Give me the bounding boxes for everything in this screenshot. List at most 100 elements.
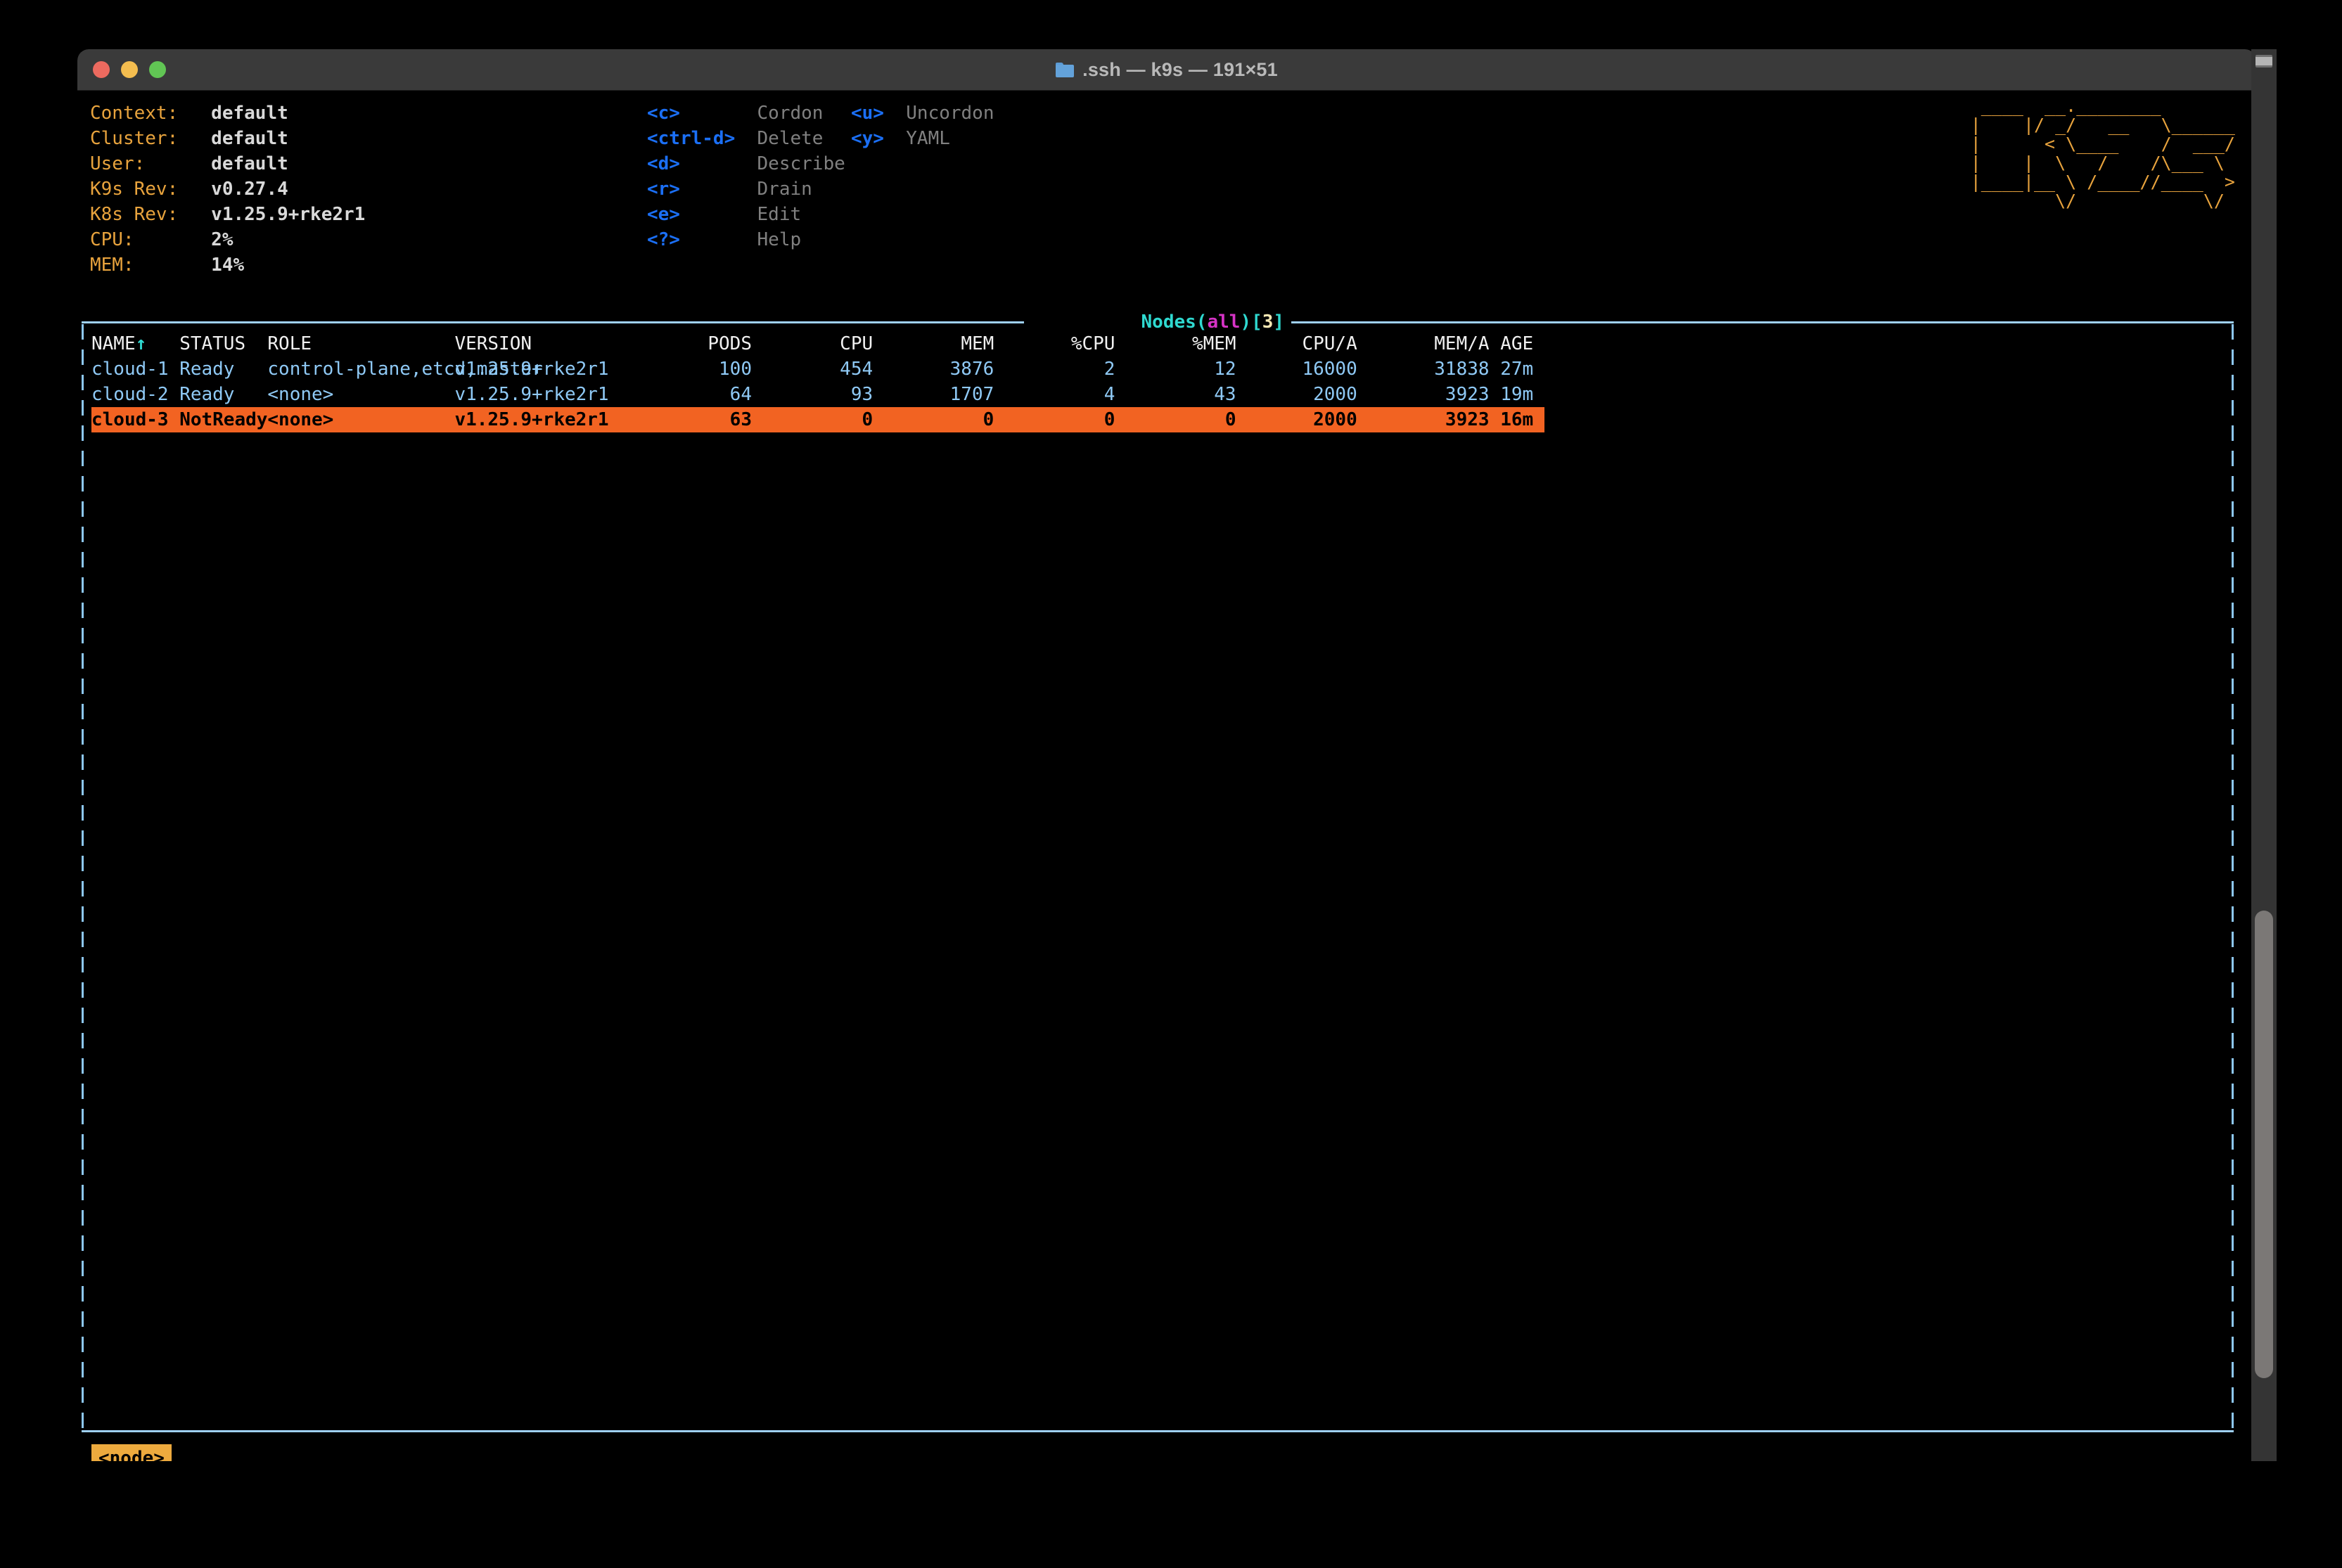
window-scrollbar[interactable] xyxy=(2251,49,2277,1461)
shortcut-row[interactable]: <e> Edit xyxy=(647,202,845,227)
cell-status: Ready xyxy=(179,384,235,405)
maximize-window-button[interactable] xyxy=(149,61,166,78)
column-header-pmem[interactable]: %MEM xyxy=(1115,331,1236,356)
info-row: K9s Rev: v0.27.4 xyxy=(90,176,365,202)
cell-name: cloud-3 xyxy=(91,409,169,430)
column-header-age[interactable]: AGE xyxy=(1500,331,1533,356)
cell-cpua: 16000 xyxy=(1302,359,1357,380)
command-prompt[interactable]: <node> xyxy=(91,1444,172,1461)
shortcut-key: <r> xyxy=(647,179,680,200)
cell-age: 27m xyxy=(1500,359,1534,380)
cell-status: NotReady xyxy=(179,409,268,430)
shortcut-row[interactable]: <d> Describe xyxy=(647,151,845,176)
column-header-label: CPU/A xyxy=(1302,333,1357,354)
column-header-version[interactable]: VERSION xyxy=(454,331,532,356)
panel-title-scope: all xyxy=(1207,311,1241,333)
panel-rule-left xyxy=(82,321,1024,323)
info-label: Cluster: xyxy=(90,128,179,149)
shortcut-row[interactable]: <y> YAML xyxy=(851,126,994,151)
cell-mema: 3923 xyxy=(1445,409,1490,430)
shortcut-key: <c> xyxy=(647,103,680,124)
shortcut-action: Describe xyxy=(757,153,845,174)
shortcut-row[interactable]: <u> Uncordon xyxy=(851,101,994,126)
cell-pmem: 0 xyxy=(1224,409,1236,430)
cell-mem: 1707 xyxy=(949,384,994,405)
minimize-window-button[interactable] xyxy=(121,61,138,78)
column-header-cpu[interactable]: CPU xyxy=(752,331,873,356)
table-row[interactable]: cloud-1 Ready control-plane,etcd,master v1.… xyxy=(91,356,2224,382)
column-header-label: ROLE xyxy=(267,333,312,354)
panel-rule-right xyxy=(1291,321,2234,323)
column-header-label: MEM/A xyxy=(1434,333,1490,354)
column-header-label: %CPU xyxy=(1070,333,1115,354)
panel-title-resource: Nodes xyxy=(1141,311,1196,333)
nodes-panel: Nodes(all)[3] NAME↑ STATUS ROLE VERSION PODS… xyxy=(82,313,2234,1432)
shortcut-row[interactable]: <ctrl-d> Delete xyxy=(647,126,845,151)
cell-pods: 100 xyxy=(719,359,752,380)
cell-name: cloud-2 xyxy=(91,384,169,405)
column-header-cpua[interactable]: CPU/A xyxy=(1236,331,1357,356)
column-header-label: AGE xyxy=(1500,333,1534,354)
shortcut-action: Help xyxy=(757,229,802,250)
terminal-body: Context: default Cluster: default User: defau… xyxy=(77,91,2256,1461)
cell-status: Ready xyxy=(179,359,235,380)
shortcut-row[interactable]: <c> Cordon xyxy=(647,101,845,126)
panel-title-bracket-open: [ xyxy=(1251,311,1262,333)
column-header-label: VERSION xyxy=(454,333,532,354)
shortcut-row[interactable]: <r> Drain xyxy=(647,176,845,202)
info-value: default xyxy=(211,103,288,124)
cell-mema: 3923 xyxy=(1445,384,1490,405)
column-header-name[interactable]: NAME↑ xyxy=(91,331,146,356)
window-titlebar: .ssh — k9s — 191×51 xyxy=(77,49,2256,91)
cell-role: <none> xyxy=(267,409,334,430)
column-header-status[interactable]: STATUS xyxy=(179,331,245,356)
sort-ascending-icon: ↑ xyxy=(135,333,147,354)
info-value: v0.27.4 xyxy=(211,179,288,200)
column-header-pods[interactable]: PODS xyxy=(598,331,752,356)
info-value: 2% xyxy=(211,229,233,250)
panel-top-border: Nodes(all)[3] xyxy=(82,313,2234,331)
panel-title-bracket-close: ] xyxy=(1273,311,1285,333)
shortcuts-column-1: <c> Cordon <ctrl-d> Delete <d> Describe <r> Dra… xyxy=(647,101,845,252)
cell-pmem: 12 xyxy=(1214,359,1236,380)
info-row: User: default xyxy=(90,151,365,176)
cell-pcpu: 0 xyxy=(1103,409,1115,430)
cell-pmem: 43 xyxy=(1214,384,1236,405)
info-value: 14% xyxy=(211,255,245,276)
cell-mema: 31838 xyxy=(1434,359,1490,380)
column-header-label: NAME xyxy=(91,333,136,354)
info-label: K9s Rev: xyxy=(90,179,179,200)
info-label: Context: xyxy=(90,103,179,124)
cell-cpua: 2000 xyxy=(1313,384,1357,405)
close-window-button[interactable] xyxy=(93,61,110,78)
cell-version: v1.25.9+rke2r1 xyxy=(454,409,609,430)
column-header-mema[interactable]: MEM/A xyxy=(1357,331,1490,356)
info-row: MEM: 14% xyxy=(90,252,365,278)
shortcut-action: Edit xyxy=(757,204,802,225)
panel-bottom-border xyxy=(82,1430,2234,1432)
shortcut-key: <d> xyxy=(647,153,680,174)
shortcut-key: <u> xyxy=(851,103,884,124)
shortcut-row[interactable]: <?> Help xyxy=(647,227,845,252)
panel-title-paren-close: ) xyxy=(1240,311,1252,333)
info-label: MEM: xyxy=(90,255,134,276)
column-header-label: %MEM xyxy=(1191,333,1236,354)
scrollbar-cap-icon xyxy=(2255,55,2272,68)
terminal-window: .ssh — k9s — 191×51 Context: default Clust… xyxy=(77,49,2256,1461)
info-label: K8s Rev: xyxy=(90,204,179,225)
panel-title-count: 3 xyxy=(1262,311,1274,333)
column-header-role[interactable]: ROLE xyxy=(267,331,312,356)
table-row[interactable]: cloud-2 Ready <none> v1.25.9+rke2r1 64 93 1707… xyxy=(91,382,2224,407)
column-header-pcpu[interactable]: %CPU xyxy=(994,331,1115,356)
column-header-label: STATUS xyxy=(179,333,246,354)
column-header-mem[interactable]: MEM xyxy=(873,331,994,356)
scrollbar-thumb[interactable] xyxy=(2255,911,2273,1378)
folder-icon xyxy=(1056,62,1075,77)
cell-version: v1.25.9+rke2r1 xyxy=(454,384,609,405)
column-header-label: PODS xyxy=(708,333,752,354)
cell-cpu: 454 xyxy=(840,359,874,380)
shortcuts-column-2: <u> Uncordon <y> YAML xyxy=(851,101,994,151)
cluster-info-panel: Context: default Cluster: default User: defau… xyxy=(90,101,365,278)
info-row: Context: default xyxy=(90,101,365,126)
table-row[interactable]: cloud-3 NotReady <none> v1.25.9+rke2r1 63 0 0 0… xyxy=(91,407,1544,432)
